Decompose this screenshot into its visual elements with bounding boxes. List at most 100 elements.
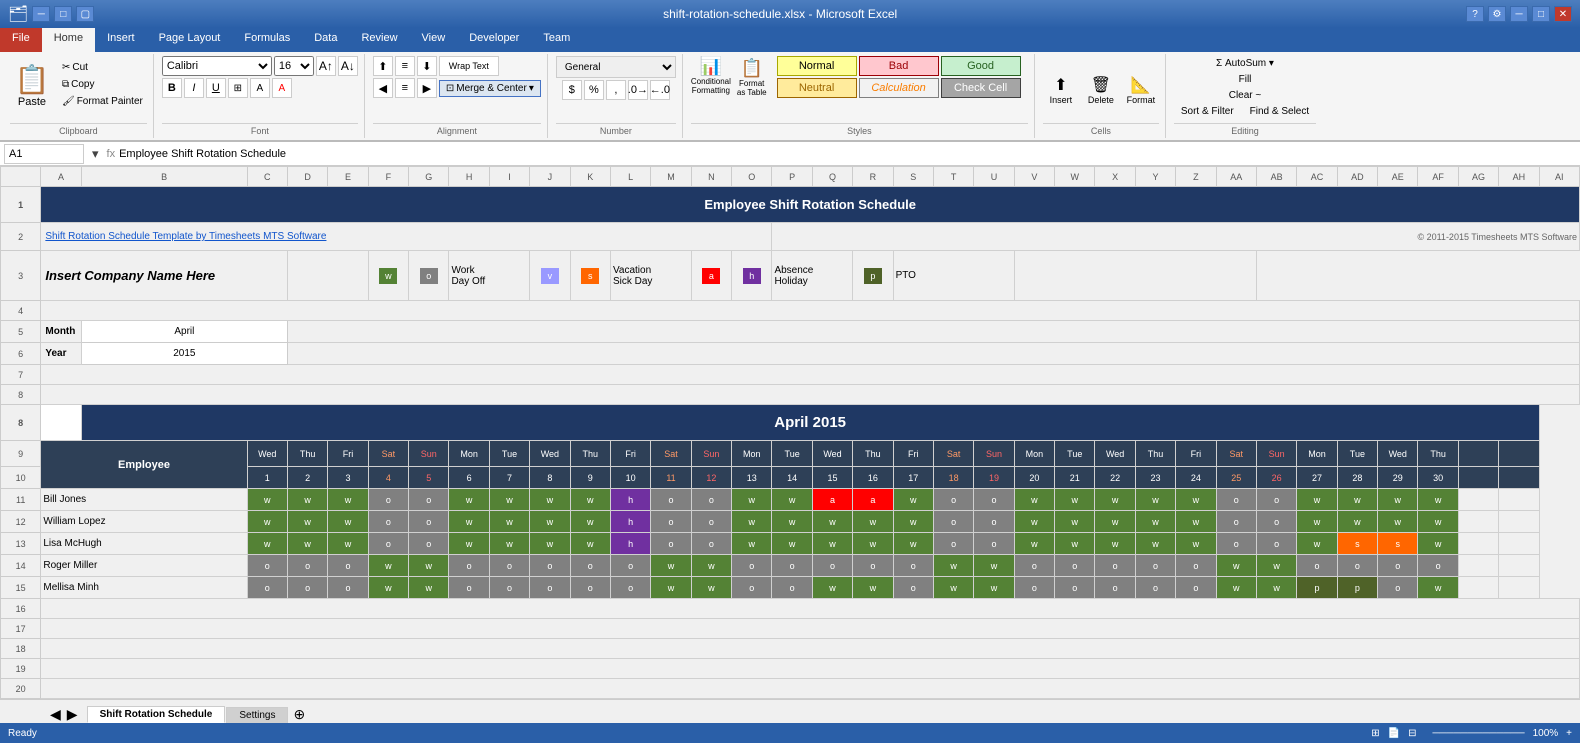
col-Y[interactable]: Y — [1135, 167, 1175, 187]
zoom-in-btn[interactable]: + — [1566, 728, 1572, 739]
normal-view-icon[interactable]: ⊞ — [1371, 728, 1379, 739]
col-AC[interactable]: AC — [1297, 167, 1337, 187]
col-F[interactable]: F — [368, 167, 408, 187]
conditional-formatting-btn[interactable]: 📊 ConditionalFormatting — [691, 56, 731, 99]
col-D[interactable]: D — [287, 167, 327, 187]
name-box[interactable] — [4, 144, 84, 164]
employee-4-name[interactable]: Roger Miller — [41, 555, 247, 577]
nav-right-btn[interactable]: ▶ — [67, 706, 78, 723]
col-P[interactable]: P — [772, 167, 812, 187]
col-Q[interactable]: Q — [812, 167, 852, 187]
title-cell[interactable]: Employee Shift Rotation Schedule — [41, 187, 1580, 223]
close-window-btn[interactable]: ✕ — [1554, 6, 1572, 22]
col-AI[interactable]: AI — [1539, 167, 1579, 187]
emp1-d9[interactable]: w — [570, 489, 610, 511]
col-V[interactable]: V — [1014, 167, 1054, 187]
emp1-d16[interactable]: a — [853, 489, 893, 511]
tab-insert[interactable]: Insert — [95, 28, 147, 52]
emp1-d10[interactable]: h — [610, 489, 650, 511]
col-AH[interactable]: AH — [1499, 167, 1539, 187]
col-Z[interactable]: Z — [1176, 167, 1216, 187]
col-AA[interactable]: AA — [1216, 167, 1256, 187]
col-K[interactable]: K — [570, 167, 610, 187]
delete-btn[interactable]: 🗑 Delete — [1083, 73, 1119, 107]
col-AB[interactable]: AB — [1256, 167, 1296, 187]
style-neutral[interactable]: Neutral — [777, 78, 857, 98]
tab-data[interactable]: Data — [302, 28, 349, 52]
month-input[interactable]: April — [81, 321, 287, 343]
font-family-select[interactable]: Calibri — [162, 56, 272, 76]
autosum-btn[interactable]: Σ AutoSum ▾ — [1209, 56, 1281, 71]
emp1-d20[interactable]: w — [1014, 489, 1054, 511]
col-T[interactable]: T — [933, 167, 973, 187]
underline-button[interactable]: U — [206, 78, 226, 98]
tab-team[interactable]: Team — [531, 28, 582, 52]
emp1-d28[interactable]: w — [1337, 489, 1377, 511]
col-C[interactable]: C — [247, 167, 287, 187]
emp1-d21[interactable]: w — [1055, 489, 1095, 511]
style-good[interactable]: Good — [941, 56, 1021, 76]
emp1-d4[interactable]: o — [368, 489, 408, 511]
comma-btn[interactable]: , — [606, 80, 626, 100]
col-A[interactable]: A — [41, 167, 81, 187]
emp1-d1[interactable]: w — [247, 489, 287, 511]
percent-btn[interactable]: % — [584, 80, 604, 100]
currency-btn[interactable]: $ — [562, 80, 582, 100]
emp1-d17[interactable]: w — [893, 489, 933, 511]
formula-dropdown-icon[interactable]: ▾ — [88, 146, 103, 162]
col-G[interactable]: G — [409, 167, 449, 187]
col-O[interactable]: O — [732, 167, 772, 187]
tab-page-layout[interactable]: Page Layout — [147, 28, 233, 52]
sort-filter-btn[interactable]: Sort & Filter — [1174, 104, 1241, 119]
copy-button[interactable]: ⧉ Copy — [58, 77, 147, 92]
emp1-d3[interactable]: w — [328, 489, 368, 511]
add-sheet-btn[interactable]: ⊕ — [293, 706, 305, 723]
minimize-btn[interactable]: ─ — [32, 6, 50, 22]
tab-review[interactable]: Review — [349, 28, 409, 52]
tab-home[interactable]: Home — [42, 28, 95, 52]
page-break-icon[interactable]: ⊟ — [1408, 728, 1416, 739]
col-X[interactable]: X — [1095, 167, 1135, 187]
tab-settings[interactable]: Settings — [226, 707, 288, 723]
number-format-select[interactable]: General — [556, 56, 676, 78]
emp1-d13[interactable]: w — [732, 489, 772, 511]
clear-btn[interactable]: Clear ~ — [1222, 88, 1269, 103]
formula-input[interactable] — [119, 148, 1576, 160]
year-input[interactable]: 2015 — [81, 343, 287, 365]
nav-left-btn[interactable]: ◀ — [50, 706, 61, 723]
emp1-d12[interactable]: o — [691, 489, 731, 511]
emp1-d14[interactable]: w — [772, 489, 812, 511]
paste-button[interactable]: 📋 Paste — [10, 60, 54, 120]
col-N[interactable]: N — [691, 167, 731, 187]
decrease-font-btn[interactable]: A↓ — [338, 56, 358, 76]
emp1-d19[interactable]: o — [974, 489, 1014, 511]
employee-2-name[interactable]: William Lopez — [41, 511, 247, 533]
col-B[interactable]: B — [81, 167, 247, 187]
emp1-d15[interactable]: a — [812, 489, 852, 511]
emp1-d23[interactable]: w — [1135, 489, 1175, 511]
increase-decimal-btn[interactable]: .0→ — [628, 80, 648, 100]
tab-view[interactable]: View — [410, 28, 458, 52]
style-calculation[interactable]: Calculation — [859, 78, 939, 98]
italic-button[interactable]: I — [184, 78, 204, 98]
link-cell[interactable]: Shift Rotation Schedule Template by Time… — [41, 223, 772, 251]
merge-center-btn[interactable]: ⊡ Merge & Center ▾ — [439, 80, 541, 97]
employee-5-name[interactable]: Mellisa Minh — [41, 577, 247, 599]
emp1-d25[interactable]: o — [1216, 489, 1256, 511]
emp1-d26[interactable]: o — [1256, 489, 1296, 511]
style-normal[interactable]: Normal — [777, 56, 857, 76]
emp1-d7[interactable]: w — [489, 489, 529, 511]
col-L[interactable]: L — [610, 167, 650, 187]
font-color-button[interactable]: A — [272, 78, 292, 98]
col-J[interactable]: J — [530, 167, 570, 187]
page-layout-icon[interactable]: 📄 — [1388, 728, 1400, 739]
format-btn[interactable]: 📐 Format — [1123, 73, 1159, 107]
col-AG[interactable]: AG — [1458, 167, 1498, 187]
emp1-d6[interactable]: w — [449, 489, 489, 511]
tab-developer[interactable]: Developer — [457, 28, 531, 52]
emp1-d27[interactable]: w — [1297, 489, 1337, 511]
right-align-btn[interactable]: ▶ — [417, 78, 437, 98]
col-W[interactable]: W — [1055, 167, 1095, 187]
middle-align-btn[interactable]: ≡ — [395, 56, 415, 76]
col-H[interactable]: H — [449, 167, 489, 187]
